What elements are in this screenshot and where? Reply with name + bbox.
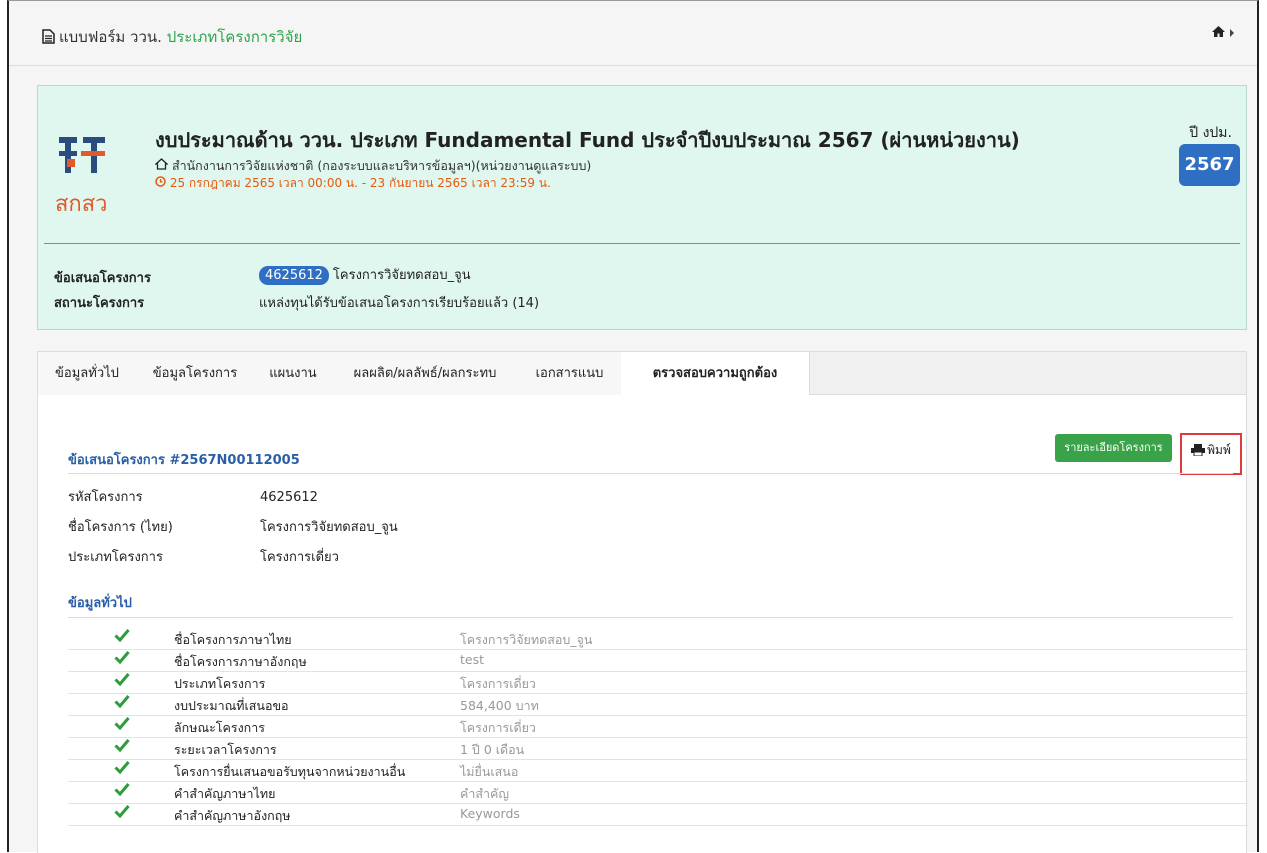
chevron-right-icon bbox=[1229, 25, 1235, 41]
proposal-section-title: ข้อเสนอโครงการ #2567N00112005 bbox=[68, 453, 300, 468]
fiscal-year-badge: 2567 bbox=[1179, 144, 1240, 186]
project-detail-button[interactable]: รายละเอียดโครงการ bbox=[1055, 434, 1172, 462]
meta-key: ชื่อโครงการ (ไทย) bbox=[68, 520, 173, 535]
meta-row: ประเภทโครงการ โครงการเดี่ยว bbox=[68, 546, 339, 567]
validation-content: ข้อเสนอโครงการ #2567N00112005 รายละเอียด… bbox=[37, 395, 1248, 853]
check-icon bbox=[114, 716, 130, 733]
check-value: Keywords bbox=[460, 806, 520, 821]
proposal-label: ข้อเสนอโครงการ bbox=[54, 271, 151, 286]
project-title: งบประมาณด้าน ววน. ประเภท Fundamental Fun… bbox=[155, 128, 1020, 152]
check-row: ประเภทโครงการ โครงการเดี่ยว bbox=[68, 672, 1248, 694]
tab-general-info[interactable]: ข้อมูลทั่วไป bbox=[38, 352, 137, 395]
check-icon bbox=[114, 738, 130, 755]
section-divider bbox=[68, 473, 1233, 474]
meta-row: ชื่อโครงการ (ไทย) โครงการวิจัยทดสอบ_จูน bbox=[68, 516, 398, 537]
check-icon bbox=[114, 650, 130, 667]
logo-text: สกสว bbox=[55, 192, 108, 217]
submission-period: 25 กรกฎาคม 2565 เวลา 00:00 น. - 23 กันยา… bbox=[155, 174, 551, 193]
check-row: คำสำคัญภาษาไทย คำสำคัญ bbox=[68, 782, 1248, 804]
tab-bar: ข้อมูลทั่วไป ข้อมูลโครงการ แผนงาน ผลผลิต… bbox=[37, 351, 1247, 396]
check-value: 1 ปี 0 เดือน bbox=[460, 742, 525, 757]
check-value: test bbox=[460, 652, 485, 667]
proposal-value: 4625612 โครงการวิจัยทดสอบ_จูน bbox=[259, 264, 471, 285]
check-row: ชื่อโครงการภาษาอังกฤษ test bbox=[68, 650, 1248, 672]
home-breadcrumb[interactable] bbox=[1211, 25, 1235, 41]
check-row: คำสำคัญภาษาอังกฤษ Keywords bbox=[68, 804, 1248, 826]
check-value: โครงการเดี่ยว bbox=[460, 720, 536, 735]
check-label: ชื่อโครงการภาษาอังกฤษ bbox=[174, 654, 307, 669]
check-icon bbox=[114, 760, 130, 777]
tab-outputs-outcomes[interactable]: ผลผลิต/ผลลัพธ์/ผลกระทบ bbox=[332, 352, 519, 395]
panel-divider bbox=[44, 243, 1240, 244]
check-icon bbox=[114, 628, 130, 645]
general-info-title: ข้อมูลทั่วไป bbox=[68, 596, 132, 611]
clock-icon bbox=[155, 176, 170, 190]
meta-key: ประเภทโครงการ bbox=[68, 550, 163, 565]
check-value: โครงการวิจัยทดสอบ_จูน bbox=[460, 632, 593, 647]
proposal-id-badge: 4625612 bbox=[259, 266, 329, 285]
check-row: ชื่อโครงการภาษาไทย โครงการวิจัยทดสอบ_จูน bbox=[68, 628, 1248, 650]
check-label: งบประมาณที่เสนอขอ bbox=[174, 698, 289, 713]
proposal-name: โครงการวิจัยทดสอบ_จูน bbox=[332, 268, 471, 283]
check-label: โครงการยื่นเสนอขอรับทุนจากหน่วยงานอื่น bbox=[174, 764, 406, 779]
meta-value: โครงการเดี่ยว bbox=[260, 550, 339, 565]
organization-name: สำนักงานการวิจัยแห่งชาติ (กองระบบและบริห… bbox=[171, 158, 592, 173]
document-icon bbox=[42, 29, 55, 48]
check-label: ระยะเวลาโครงการ bbox=[174, 742, 277, 757]
check-icon bbox=[114, 694, 130, 711]
form-type-link[interactable]: ประเภทโครงการวิจัย bbox=[167, 28, 303, 46]
meta-value: 4625612 bbox=[260, 490, 318, 505]
tab-attachments[interactable]: เอกสารแนบ bbox=[518, 352, 622, 395]
check-value: คำสำคัญ bbox=[460, 786, 510, 801]
check-icon bbox=[114, 672, 130, 689]
check-row: ลักษณะโครงการ โครงการเดี่ยว bbox=[68, 716, 1248, 738]
check-row: งบประมาณที่เสนอขอ 584,400 บาท bbox=[68, 694, 1248, 716]
check-label: ชื่อโครงการภาษาไทย bbox=[174, 632, 292, 647]
status-value: แหล่งทุนได้รับข้อเสนอโครงการเรียบร้อยแล้… bbox=[259, 296, 540, 311]
period-text: 25 กรกฎาคม 2565 เวลา 00:00 น. - 23 กันยา… bbox=[169, 176, 551, 190]
home-icon[interactable] bbox=[1211, 25, 1229, 41]
status-label: สถานะโครงการ bbox=[54, 296, 145, 311]
project-summary-panel: สกสว งบประมาณด้าน ววน. ประเภท Fundamenta… bbox=[37, 85, 1247, 330]
check-icon bbox=[114, 782, 130, 799]
meta-key: รหัสโครงการ bbox=[68, 490, 143, 505]
check-label: ลักษณะโครงการ bbox=[174, 720, 265, 735]
organization: สำนักงานการวิจัยแห่งชาติ (กองระบบและบริห… bbox=[154, 156, 592, 176]
print-button[interactable]: พิมพ์ bbox=[1180, 433, 1242, 475]
tsri-logo: สกสว bbox=[53, 131, 111, 221]
institution-icon bbox=[154, 158, 172, 173]
printer-icon bbox=[1191, 437, 1206, 467]
check-value: ไม่ยื่นเสนอ bbox=[460, 764, 519, 779]
print-label: พิมพ์ bbox=[1207, 443, 1231, 457]
check-label: คำสำคัญภาษาไทย bbox=[174, 786, 276, 801]
tab-validation[interactable]: ตรวจสอบความถูกต้อง bbox=[621, 352, 810, 396]
meta-row: รหัสโครงการ 4625612 bbox=[68, 486, 318, 507]
form-label: แบบฟอร์ม ววน. bbox=[59, 28, 162, 46]
tab-project-info[interactable]: ข้อมูลโครงการ bbox=[136, 352, 255, 395]
general-info-divider bbox=[68, 617, 1233, 618]
check-icon bbox=[114, 804, 130, 821]
check-row: โครงการยื่นเสนอขอรับทุนจากหน่วยงานอื่น ไม… bbox=[68, 760, 1248, 782]
check-label: คำสำคัญภาษาอังกฤษ bbox=[174, 808, 291, 823]
check-value: โครงการเดี่ยว bbox=[460, 676, 536, 691]
page-title: แบบฟอร์ม ววน. ประเภทโครงการวิจัย bbox=[42, 25, 302, 49]
fiscal-year-label: ปี งปม. bbox=[1189, 125, 1232, 141]
meta-value: โครงการวิจัยทดสอบ_จูน bbox=[260, 520, 398, 535]
top-bar: แบบฟอร์ม ววน. ประเภทโครงการวิจัย bbox=[9, 1, 1257, 66]
check-label: ประเภทโครงการ bbox=[174, 676, 266, 691]
check-value: 584,400 บาท bbox=[460, 698, 539, 713]
tab-work-plan[interactable]: แผนงาน bbox=[254, 352, 333, 395]
app-frame: แบบฟอร์ม ววน. ประเภทโครงการวิจัย สกสว งบ… bbox=[7, 0, 1259, 853]
check-row: ระยะเวลาโครงการ 1 ปี 0 เดือน bbox=[68, 738, 1248, 760]
